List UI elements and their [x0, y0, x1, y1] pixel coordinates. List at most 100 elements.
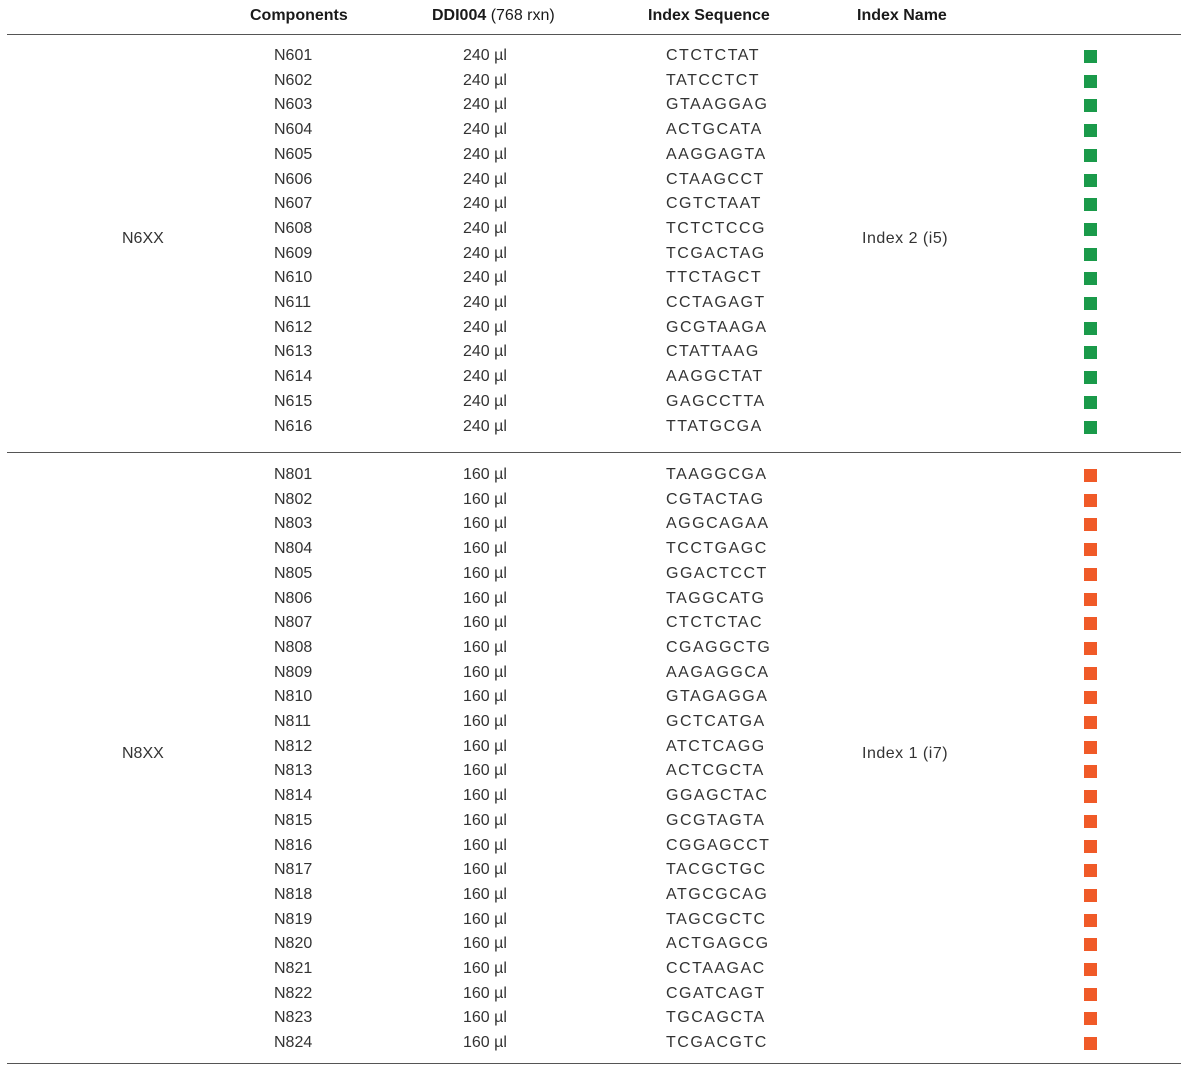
table-row: N818 160 µl ATGCGCAG [0, 885, 1194, 909]
volume-cell: 240 µl [463, 145, 507, 163]
volume-cell: 160 µl [463, 688, 507, 706]
component-cell: N807 [274, 614, 313, 632]
color-swatch [1084, 839, 1097, 853]
volume-cell: 240 µl [463, 294, 507, 311]
header-volume: DDI004 (768 rxn) [432, 7, 555, 25]
volume-cell: 160 µl [463, 614, 507, 632]
table-row: N603 240 µl GTAAGGAG [0, 95, 1194, 119]
sequence-cell: TCGACTAG [666, 244, 766, 262]
sequence-cell: CGATCAGT [666, 984, 766, 1002]
color-swatch [1084, 963, 1097, 976]
color-swatch [1084, 987, 1097, 1001]
color-swatch [1084, 716, 1097, 729]
volume-cell: 160 µl [463, 515, 507, 533]
color-swatch [1084, 888, 1097, 902]
volume-cell: 160 µl [463, 713, 507, 730]
volume-cell: 240 µl [463, 121, 507, 139]
sequence-cell: TAGGCATG [666, 589, 766, 607]
sequence-cell: ATGCGCAG [666, 885, 769, 903]
table-row: N802 160 µl CGTACTAG [0, 490, 1194, 514]
table-row: N806 160 µl TAGGCATG [0, 589, 1194, 613]
component-cell: N607 [274, 195, 313, 213]
sequence-cell: CGGAGCCT [666, 836, 771, 854]
color-swatch [1084, 321, 1097, 335]
volume-cell: 160 µl [463, 1009, 507, 1027]
header-volume-kit: DDI004 [432, 7, 487, 24]
component-cell: N608 [274, 219, 313, 237]
component-cell: N818 [274, 885, 313, 903]
table-row: N807 160 µl CTCTCTAC [0, 613, 1194, 637]
table-row: N809 160 µl AAGAGGCA [0, 663, 1194, 687]
table-row: N601 240 µl CTCTCTAT [0, 46, 1194, 70]
sequence-cell: GTAGAGGA [666, 688, 769, 706]
volume-cell: 160 µl [463, 762, 507, 780]
table-row: N812 160 µl ATCTCAGG [0, 737, 1194, 761]
table-row: N816 160 µl CGGAGCCT [0, 836, 1194, 860]
component-cell: N824 [274, 1034, 313, 1052]
header-index-name: Index Name [857, 7, 947, 24]
volume-cell: 160 µl [463, 638, 507, 656]
color-swatch [1084, 124, 1097, 138]
table-row: N612 240 µl GCGTAAGA [0, 318, 1194, 342]
table-row: N805 160 µl GGACTCCT [0, 564, 1194, 588]
component-cell: N813 [274, 762, 313, 780]
volume-cell: 160 µl [463, 787, 507, 805]
component-cell: N615 [274, 392, 313, 410]
component-cell: N606 [274, 170, 313, 188]
sequence-cell: TCTCTCCG [666, 219, 766, 237]
sequence-cell: AAGAGGCA [666, 663, 770, 681]
color-swatch [1084, 99, 1097, 113]
component-cell: N611 [274, 294, 312, 311]
color-swatch [1084, 1037, 1097, 1051]
sequence-cell: CTATTAAG [666, 343, 760, 361]
component-cell: N605 [274, 145, 313, 163]
component-cell: N820 [274, 935, 313, 953]
volume-cell: 240 µl [463, 244, 507, 262]
table-row: N610 240 µl TTCTAGCT [0, 268, 1194, 292]
component-cell: N806 [274, 589, 313, 607]
sequence-cell: GCTCATGA [666, 713, 766, 730]
volume-cell: 160 µl [463, 984, 507, 1002]
color-swatch [1084, 938, 1097, 952]
color-swatch [1084, 371, 1097, 385]
component-cell: N810 [274, 688, 313, 706]
color-swatch [1084, 592, 1097, 606]
table-row: N605 240 µl AAGGAGTA [0, 145, 1194, 169]
volume-cell: 160 µl [463, 466, 507, 483]
table-row: N810 160 µl GTAGAGGA [0, 687, 1194, 711]
component-cell: N805 [274, 564, 313, 582]
component-cell: N801 [274, 466, 313, 483]
volume-cell: 160 µl [463, 811, 507, 829]
component-cell: N815 [274, 811, 313, 829]
volume-cell: 240 µl [463, 368, 507, 386]
sequence-cell: GAGCCTTA [666, 392, 766, 410]
table-row: N615 240 µl GAGCCTTA [0, 392, 1194, 416]
table-row: N824 160 µl TCGACGTC [0, 1033, 1194, 1057]
sequence-cell: TTATGCGA [666, 417, 763, 435]
table-row: N813 160 µl ACTCGCTA [0, 761, 1194, 785]
color-swatch [1084, 617, 1097, 631]
component-cell: N609 [274, 244, 313, 262]
volume-cell: 240 µl [463, 219, 507, 237]
header-index-sequence: Index Sequence [648, 7, 770, 24]
volume-cell: 160 µl [463, 861, 507, 879]
sequence-cell: ACTGCATA [666, 121, 763, 139]
volume-cell: 160 µl [463, 885, 507, 903]
sequence-cell: GGAGCTAC [666, 787, 769, 805]
table-row: N801 160 µl TAAGGCGA [0, 465, 1194, 489]
color-swatch [1084, 272, 1097, 286]
component-cell: N808 [274, 638, 313, 656]
sequence-cell: ACTGAGCG [666, 935, 770, 953]
component-cell: N802 [274, 490, 313, 508]
color-swatch [1084, 346, 1097, 360]
sequence-cell: GTAAGGAG [666, 96, 769, 114]
volume-cell: 160 µl [463, 737, 507, 755]
header-components: Components [250, 7, 348, 24]
volume-cell: 160 µl [463, 960, 507, 977]
table-row: N808 160 µl CGAGGCTG [0, 638, 1194, 662]
color-swatch [1084, 790, 1097, 804]
table-row: N606 240 µl CTAAGCCT [0, 170, 1194, 194]
table-row: N608 240 µl TCTCTCCG [0, 219, 1194, 243]
component-cell: N610 [274, 269, 313, 287]
color-swatch [1084, 1012, 1097, 1026]
